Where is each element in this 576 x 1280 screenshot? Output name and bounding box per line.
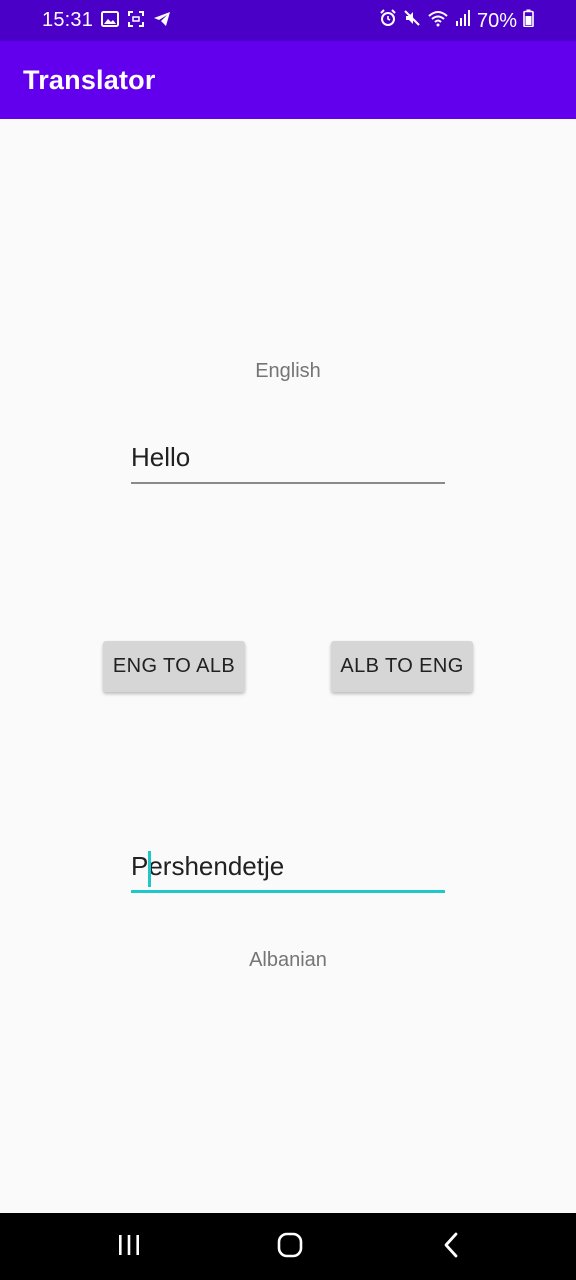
image-icon [101, 10, 119, 34]
translator-screen: 15:31 70% Translator English Hello ENG T… [0, 0, 576, 1280]
recents-icon [117, 1234, 141, 1261]
text-cursor [148, 851, 151, 887]
screenshot-icon [127, 10, 145, 34]
alarm-icon [379, 9, 397, 33]
status-bar: 15:31 70% [0, 0, 576, 41]
home-button[interactable] [260, 1225, 320, 1269]
telegram-icon [153, 10, 171, 34]
status-right-icons: 70% [379, 9, 534, 33]
signal-icon [455, 9, 471, 33]
app-bar: Translator [0, 41, 576, 119]
target-text-field[interactable]: Pershendetje [131, 847, 445, 893]
source-text-field[interactable]: Hello [131, 438, 445, 484]
back-icon [442, 1232, 462, 1263]
app-title: Translator [23, 65, 156, 95]
battery-percent: 70% [476, 9, 517, 32]
target-field-underline [131, 890, 445, 893]
source-field-underline [131, 482, 445, 484]
status-left-icons [101, 10, 171, 34]
target-text-value: Pershendetje [131, 851, 285, 881]
navigation-bar [0, 1213, 576, 1280]
home-icon [277, 1232, 303, 1263]
alb-to-eng-button[interactable]: ALB TO ENG [331, 641, 473, 692]
status-time: 15:31 [42, 9, 94, 31]
source-language-label: English [255, 360, 321, 382]
back-button[interactable] [422, 1225, 482, 1269]
wifi-icon [427, 9, 449, 33]
source-text-value: Hello [131, 442, 191, 472]
battery-icon [523, 9, 534, 33]
mute-icon [403, 9, 421, 33]
recents-button[interactable] [99, 1225, 159, 1269]
eng-to-alb-button[interactable]: ENG TO ALB [103, 641, 245, 692]
target-language-label: Albanian [249, 949, 327, 971]
